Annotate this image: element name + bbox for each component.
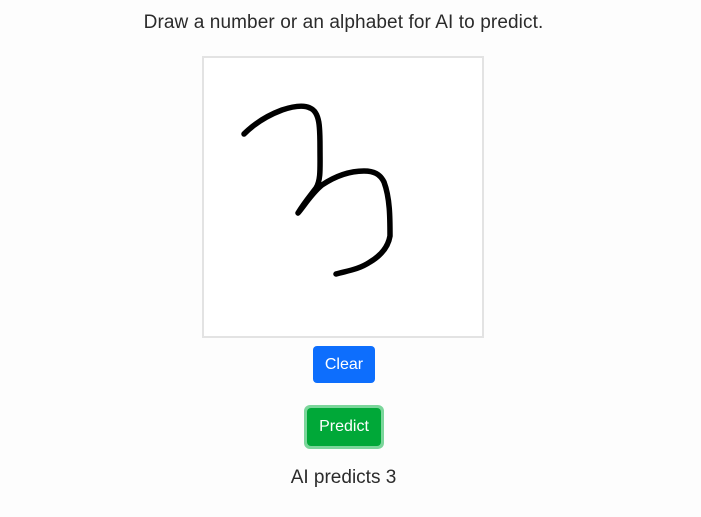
page: Draw a number or an alphabet for AI to p…	[0, 0, 701, 517]
predict-button-label: Predict	[307, 408, 381, 446]
clear-button[interactable]: Clear	[313, 346, 375, 383]
handwritten-stroke	[241, 103, 393, 277]
prediction-result: AI predicts 3	[290, 467, 397, 488]
drawing-canvas[interactable]	[202, 56, 484, 338]
predict-button[interactable]: Predict	[304, 405, 384, 449]
instruction-text: Draw a number or an alphabet for AI to p…	[143, 12, 544, 33]
